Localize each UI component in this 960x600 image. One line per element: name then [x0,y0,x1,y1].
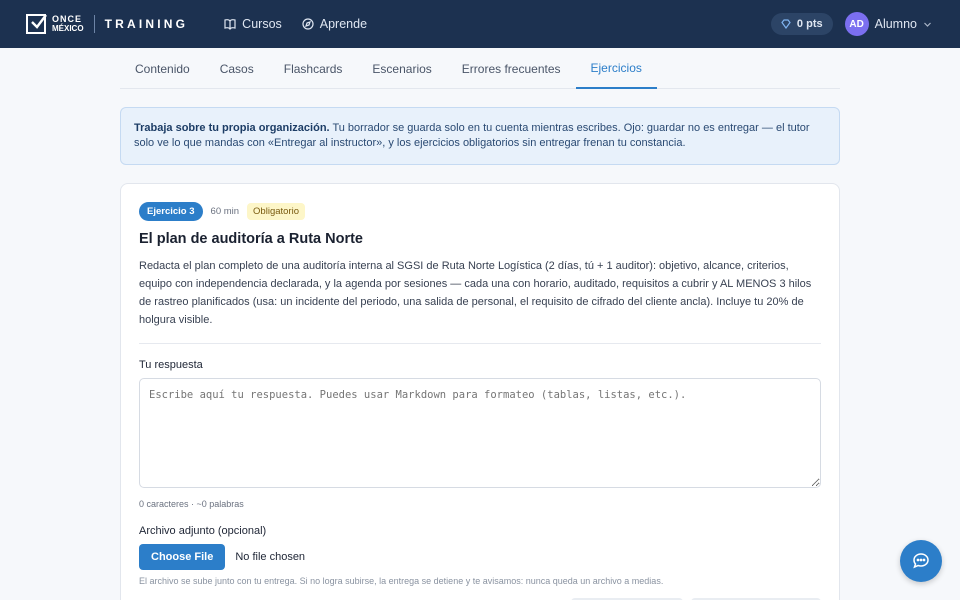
chat-icon [913,553,929,569]
required-badge: Obligatorio [247,203,305,220]
answer-counts: 0 caracteres · ~0 palabras [139,499,244,509]
tab-contenido[interactable]: Contenido [120,48,205,89]
nav-item-aprende[interactable]: Aprende [302,17,367,31]
points-badge[interactable]: 0 pts [770,13,833,35]
attachment-label: Archivo adjunto (opcional) [139,525,267,537]
exercise-meta: Ejercicio 3 60 min Obligatorio [139,202,821,221]
tab-ejercicios[interactable]: Ejercicios [575,48,657,89]
tab-escenarios[interactable]: Escenarios [357,48,446,89]
divider [139,343,821,344]
gem-icon [781,19,791,29]
answer-textarea[interactable] [139,378,821,488]
exercise-title: El plan de auditoría a Ruta Norte [139,231,363,247]
exercise-number-badge: Ejercicio 3 [139,202,203,221]
tab-errores-frecuentes[interactable]: Errores frecuentes [447,48,576,89]
exercise-duration: 60 min [210,206,240,217]
file-status: No file chosen [235,551,306,563]
logo-divider [93,15,95,33]
logo-check-icon [26,14,47,34]
avatar: AD [844,12,869,36]
user-name: Alumno [874,17,917,31]
points-value: 0 pts [796,18,823,30]
tab-casos[interactable]: Casos [205,48,269,89]
exercise-description: Redacta el plan completo de una auditorí… [139,260,812,326]
nav-label-aprende: Aprende [319,17,368,31]
notice-bold: Trabaja sobre tu propia organización. [134,122,330,134]
main-nav: Cursos Aprende [224,17,367,31]
logo-line1: ONCE [52,14,83,24]
nav-item-cursos[interactable]: Cursos [224,17,282,31]
info-notice: Trabaja sobre tu propia organización. Tu… [120,107,840,165]
chevron-down-icon [924,22,931,27]
nav-label-cursos: Cursos [242,17,282,31]
top-bar: ONCE MÉXICO TRAINING Cursos Aprende 0 pt… [0,0,960,48]
compass-icon [302,18,314,30]
chat-button[interactable] [900,540,942,582]
attachment-help: El archivo se sube junto con tu entrega.… [139,576,664,586]
book-icon [224,19,236,30]
section-tabs: Contenido Casos Flashcards Escenarios Er… [120,48,840,89]
logo-line2: MÉXICO [52,24,84,33]
user-menu[interactable]: AD Alumno [844,12,932,36]
tab-flashcards[interactable]: Flashcards [269,48,358,89]
logo[interactable]: ONCE MÉXICO [26,14,84,34]
file-input: Choose File No file chosen [139,544,821,570]
choose-file-button[interactable]: Choose File [139,544,226,570]
top-right: 0 pts AD Alumno [770,12,932,36]
logo-text: ONCE MÉXICO [52,14,84,34]
app-name: TRAINING [104,17,189,31]
answer-label: Tu respuesta [139,359,203,371]
exercise-card: Ejercicio 3 60 min Obligatorio El plan d… [120,183,840,600]
